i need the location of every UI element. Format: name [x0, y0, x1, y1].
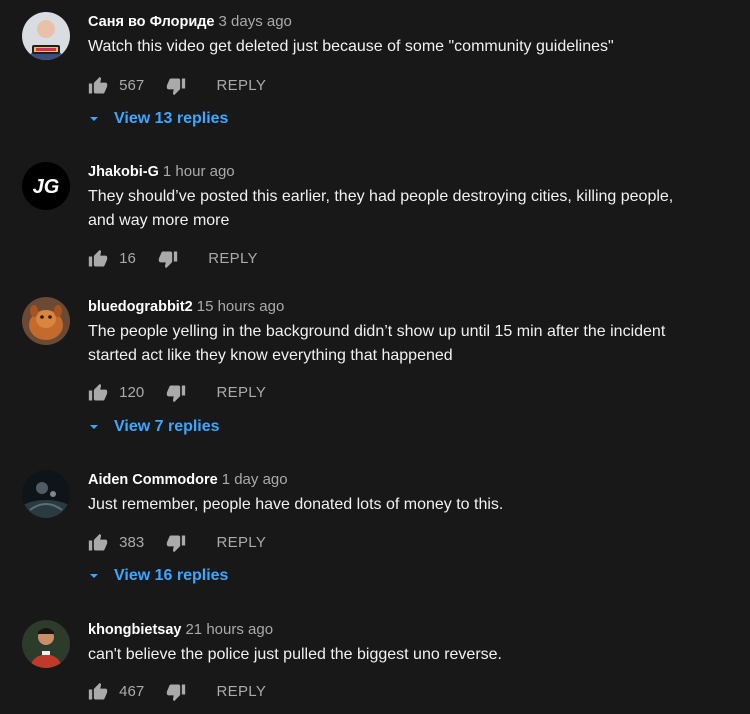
view-replies-label: View 16 replies	[114, 567, 229, 584]
reply-button[interactable]: REPLY	[217, 74, 267, 98]
like-count: 383	[119, 534, 145, 552]
comment-actions: 467 REPLY	[88, 680, 266, 704]
author-name[interactable]: Aiden Commodore	[88, 472, 218, 488]
like-count: 467	[119, 683, 145, 701]
comment-text: can't believe the police just pulled the…	[88, 646, 502, 663]
author-name[interactable]: khongbietsay	[88, 622, 181, 638]
timestamp[interactable]: 21 hours ago	[185, 621, 273, 638]
comment-text: The people yelling in the background did…	[88, 323, 666, 364]
avatar[interactable]: JG	[22, 162, 70, 210]
comment-actions: 567 REPLY	[88, 74, 266, 98]
thumb-down-icon[interactable]	[166, 533, 186, 553]
comment-header: Jhakobi-G 1 hour ago	[88, 162, 235, 182]
reply-button[interactable]: REPLY	[217, 381, 267, 405]
comment-text: Just remember, people have donated lots …	[88, 496, 504, 513]
author-name[interactable]: Саня во Флориде	[88, 14, 215, 30]
thumb-up-icon[interactable]	[88, 249, 108, 269]
view-replies-button[interactable]: View 16 replies	[88, 564, 228, 588]
thumb-down-icon[interactable]	[166, 383, 186, 403]
reply-button[interactable]: REPLY	[217, 680, 267, 704]
avatar[interactable]	[22, 12, 70, 60]
caret-down-icon	[90, 425, 98, 429]
comment-actions: 383 REPLY	[88, 531, 266, 555]
avatar-initials: JG	[33, 176, 60, 198]
timestamp[interactable]: 3 days ago	[219, 13, 292, 30]
comment-actions: 120 REPLY	[88, 381, 266, 405]
view-replies-button[interactable]: View 13 replies	[88, 107, 228, 131]
view-replies-label: View 13 replies	[114, 110, 229, 127]
caret-down-icon	[90, 574, 98, 578]
comment-actions: 16 REPLY	[88, 247, 258, 271]
comment-header: bluedograbbit2 15 hours ago	[88, 297, 284, 317]
avatar[interactable]	[22, 470, 70, 518]
like-count: 16	[119, 250, 136, 268]
author-name[interactable]: bluedograbbit2	[88, 299, 193, 315]
thumb-up-icon[interactable]	[88, 76, 108, 96]
caret-down-icon	[90, 117, 98, 121]
view-replies-button[interactable]: View 7 replies	[88, 415, 220, 439]
comment-header: khongbietsay 21 hours ago	[88, 620, 273, 640]
timestamp[interactable]: 1 hour ago	[163, 163, 235, 180]
comment-text: They should’ve posted this earlier, they…	[88, 188, 674, 229]
author-name[interactable]: Jhakobi-G	[88, 164, 159, 180]
like-count: 567	[119, 77, 145, 95]
view-replies-label: View 7 replies	[114, 418, 220, 435]
thumb-down-icon[interactable]	[166, 76, 186, 96]
thumb-up-icon[interactable]	[88, 383, 108, 403]
timestamp[interactable]: 1 day ago	[222, 471, 288, 488]
thumb-up-icon[interactable]	[88, 533, 108, 553]
timestamp[interactable]: 15 hours ago	[197, 298, 285, 315]
reply-button[interactable]: REPLY	[217, 531, 267, 555]
reply-button[interactable]: REPLY	[208, 247, 258, 271]
like-count: 120	[119, 384, 145, 402]
thumb-up-icon[interactable]	[88, 682, 108, 702]
thumb-down-icon[interactable]	[158, 249, 178, 269]
avatar[interactable]	[22, 620, 70, 668]
thumb-down-icon[interactable]	[166, 682, 186, 702]
avatar[interactable]	[22, 297, 70, 345]
comment-header: Саня во Флориде 3 days ago	[88, 12, 292, 32]
comment-header: Aiden Commodore 1 day ago	[88, 470, 288, 490]
comment-text: Watch this video get deleted just becaus…	[88, 38, 614, 55]
